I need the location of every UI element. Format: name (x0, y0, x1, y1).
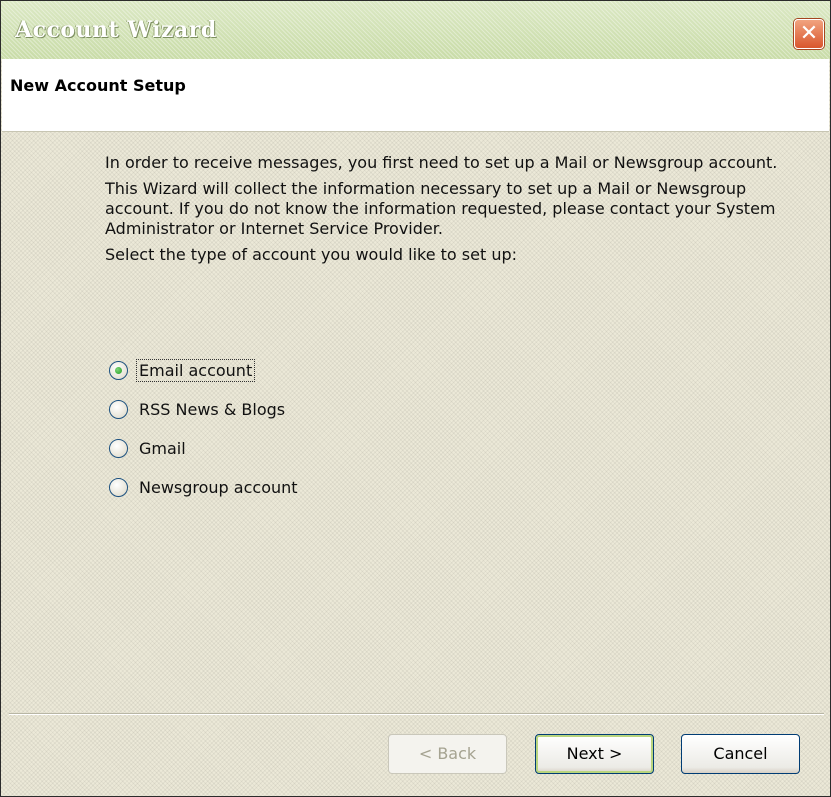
radio-label-rss-news-blogs[interactable]: RSS News & Blogs (137, 399, 287, 420)
account-wizard-window: Account Wizard ✕ New Account Setup In or… (0, 0, 831, 797)
radio-button-gmail[interactable] (109, 438, 128, 458)
radio-label-gmail[interactable]: Gmail (137, 438, 188, 459)
radio-button-rss-news-blogs[interactable] (109, 399, 128, 419)
wizard-header: New Account Setup (2, 59, 829, 132)
close-icon[interactable]: ✕ (794, 19, 824, 49)
account-type-prompt: Select the type of account you would lik… (105, 245, 518, 264)
radio-option-rss-news-blogs[interactable]: RSS News & Blogs (109, 395, 300, 423)
radio-button-email-account[interactable] (109, 360, 128, 380)
radio-label-email-account[interactable]: Email account (135, 358, 256, 382)
intro-paragraph-2: This Wizard will collect the information… (105, 179, 776, 238)
radio-option-gmail[interactable]: Gmail (109, 434, 300, 462)
intro-text: In order to receive messages, you first … (105, 153, 805, 271)
back-button[interactable]: < Back (388, 734, 507, 774)
page-title: New Account Setup (10, 76, 186, 95)
radio-label-newsgroup-account[interactable]: Newsgroup account (137, 477, 300, 498)
radio-option-newsgroup-account[interactable]: Newsgroup account (109, 473, 300, 501)
radio-button-newsgroup-account[interactable] (109, 477, 128, 497)
title-bar[interactable]: Account Wizard ✕ (1, 1, 830, 59)
footer-separator (9, 713, 824, 715)
window-title: Account Wizard (15, 17, 217, 43)
cancel-button[interactable]: Cancel (681, 734, 800, 774)
next-button[interactable]: Next > (535, 734, 654, 774)
account-type-radio-group: Email account RSS News & Blogs Gmail New… (109, 356, 300, 512)
intro-paragraph-1: In order to receive messages, you first … (105, 153, 778, 172)
radio-option-email-account[interactable]: Email account (109, 356, 300, 384)
